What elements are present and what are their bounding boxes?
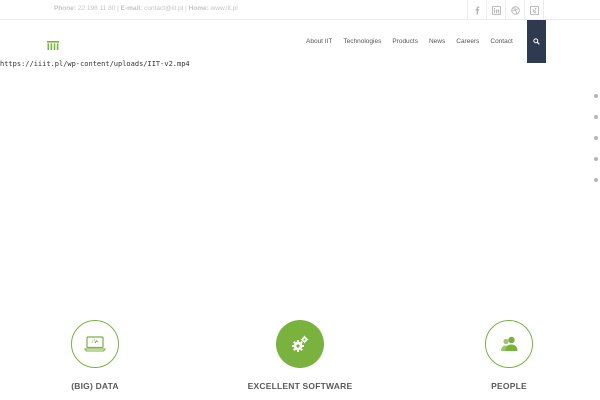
nav-item-products[interactable]: Products bbox=[392, 38, 418, 45]
laptop-icon bbox=[83, 336, 107, 352]
xing-icon[interactable] bbox=[524, 0, 544, 20]
feature-title: PEOPLE bbox=[491, 381, 527, 391]
feature-big-data: (BIG) DATA bbox=[25, 320, 165, 391]
email-link[interactable]: contact@iit.pl bbox=[144, 5, 183, 12]
main-nav: About IIT Technologies Products News Car… bbox=[306, 20, 524, 63]
feature-excellent-software: EXCELLENT SOFTWARE bbox=[230, 320, 370, 391]
slider-dot[interactable] bbox=[594, 94, 598, 98]
slider-dot[interactable] bbox=[594, 136, 598, 140]
dribbble-icon[interactable] bbox=[505, 0, 524, 20]
social-links bbox=[467, 0, 544, 20]
email-label: E-mail: bbox=[120, 5, 143, 12]
feature-circle[interactable] bbox=[71, 320, 119, 368]
home-link[interactable]: www.iit.pl bbox=[211, 5, 238, 12]
nav-item-about[interactable]: About IIT bbox=[306, 38, 332, 45]
video-url-text[interactable]: https://iiit.pl/wp-content/uploads/IIT-v… bbox=[0, 60, 190, 68]
slider-dot[interactable] bbox=[594, 157, 598, 161]
linkedin-icon[interactable] bbox=[486, 0, 505, 20]
nav-item-technologies[interactable]: Technologies bbox=[343, 38, 381, 45]
contact-info: Phone: 22 198 11 80 | E-mail: contact@ii… bbox=[54, 5, 238, 12]
search-icon bbox=[533, 38, 540, 45]
feature-people: PEOPLE bbox=[439, 320, 579, 391]
users-icon bbox=[501, 336, 518, 351]
home-label: Home: bbox=[188, 5, 209, 12]
nav-item-careers[interactable]: Careers bbox=[456, 38, 479, 45]
nav-item-news[interactable]: News bbox=[429, 38, 445, 45]
feature-title: (BIG) DATA bbox=[71, 381, 119, 391]
phone-label: Phone: bbox=[54, 5, 77, 12]
facebook-icon[interactable] bbox=[467, 0, 486, 20]
iit-logo[interactable] bbox=[47, 37, 59, 50]
top-bar: Phone: 22 198 11 80 | E-mail: contact@ii… bbox=[0, 0, 600, 20]
slider-dot[interactable] bbox=[594, 115, 598, 119]
slider-dots bbox=[594, 94, 598, 199]
phone-value: 22 198 11 80 bbox=[77, 5, 116, 12]
feature-circle[interactable] bbox=[276, 320, 324, 368]
slider-dot[interactable] bbox=[594, 178, 598, 182]
feature-title: EXCELLENT SOFTWARE bbox=[247, 381, 353, 391]
nav-item-contact[interactable]: Contact bbox=[490, 38, 512, 45]
search-button[interactable] bbox=[527, 20, 546, 63]
gears-icon bbox=[292, 335, 309, 352]
feature-circle[interactable] bbox=[485, 320, 533, 368]
